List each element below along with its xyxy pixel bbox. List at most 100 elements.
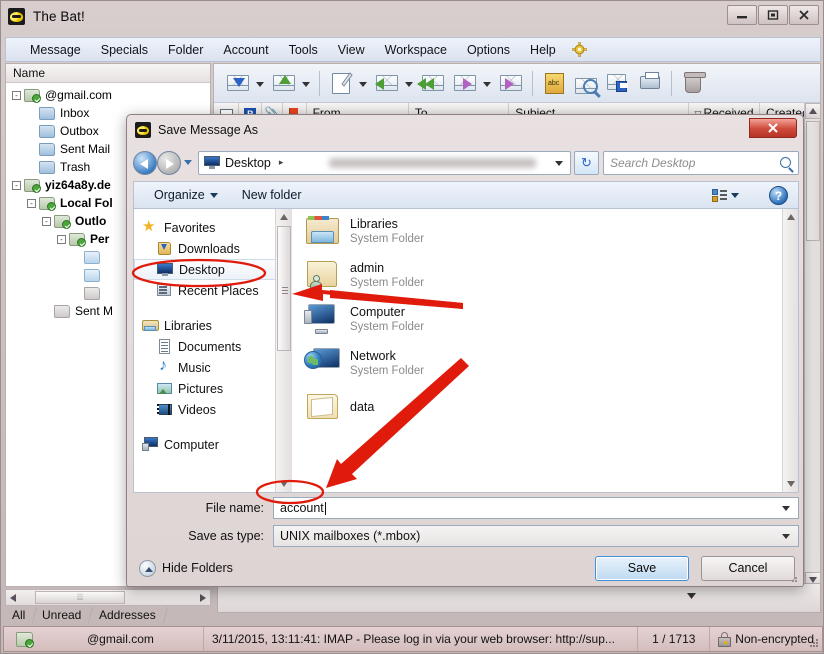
computer-icon	[142, 437, 159, 452]
delete-icon[interactable]	[678, 70, 708, 97]
scroll-down-button[interactable]	[276, 476, 292, 492]
scrollbar-thumb[interactable]	[277, 226, 291, 351]
minimize-button[interactable]	[727, 5, 757, 25]
nav-pane-item-music[interactable]: Music	[134, 357, 291, 378]
nav-pane-item-recent-places[interactable]: Recent Places	[134, 280, 291, 301]
status-encryption[interactable]: Non-encrypted	[710, 627, 822, 651]
forward-icon[interactable]	[450, 70, 480, 97]
send-mail-icon[interactable]	[269, 70, 299, 97]
preview-dropdown[interactable]	[684, 588, 698, 604]
nav-pane-item-documents[interactable]: Documents	[134, 336, 291, 357]
back-arrow-icon[interactable]	[133, 150, 157, 175]
menu-item-tools[interactable]: Tools	[279, 40, 328, 60]
nav-pane-item-desktop[interactable]: Desktop	[134, 259, 291, 280]
menu-item-message[interactable]: Message	[20, 40, 91, 60]
tree-expander[interactable]: -	[57, 234, 66, 244]
scrollbar-thumb[interactable]: ⦙⦙⦙	[35, 591, 125, 604]
organize-button[interactable]: Organize	[146, 186, 226, 204]
scroll-down-button[interactable]	[783, 476, 798, 492]
status-message: 3/11/2015, 13:11:41: IMAP - Please log i…	[204, 627, 639, 651]
close-button[interactable]	[789, 5, 819, 25]
file-list-item[interactable]: Computer System Folder	[292, 297, 798, 341]
tree-horizontal-scrollbar[interactable]: ⦙⦙⦙	[5, 589, 211, 606]
menu-item-view[interactable]: View	[328, 40, 375, 60]
hide-folders-button[interactable]: Hide Folders	[133, 559, 233, 577]
scrollbar-thumb[interactable]	[806, 121, 820, 241]
menu-item-specials[interactable]: Specials	[91, 40, 158, 60]
file-list-item[interactable]: data	[292, 385, 798, 429]
get-mail-icon[interactable]	[223, 70, 253, 97]
reply-icon[interactable]	[372, 70, 402, 97]
get-mail-dropdown[interactable]	[254, 70, 265, 97]
status-account[interactable]: @gmail.com	[4, 627, 204, 651]
menu-item-folder[interactable]: Folder	[158, 40, 213, 60]
tree-expander[interactable]: -	[12, 90, 21, 100]
address-bar[interactable]: Desktop ▸	[198, 150, 571, 175]
nav-pane-spacer	[134, 420, 291, 434]
nav-pane-item-libraries[interactable]: Libraries	[134, 315, 291, 336]
message-toolbar	[214, 64, 820, 103]
toolbar-separator	[532, 70, 533, 96]
reply-dropdown[interactable]	[403, 70, 414, 97]
cancel-button[interactable]: Cancel	[701, 555, 795, 581]
forward-arrow-icon[interactable]	[157, 150, 181, 175]
nav-pane-item-favorites[interactable]: Favorites	[134, 217, 291, 238]
tree-expander[interactable]: -	[12, 180, 21, 190]
nav-pane-scrollbar[interactable]	[275, 209, 291, 492]
menu-item-account[interactable]: Account	[213, 40, 278, 60]
filename-dropdown[interactable]	[780, 498, 798, 518]
forward-dropdown[interactable]	[481, 70, 492, 97]
print-icon[interactable]	[635, 70, 665, 97]
reply-all-icon[interactable]	[417, 70, 448, 97]
breadcrumb-desktop[interactable]: Desktop	[225, 156, 271, 170]
tab-all[interactable]: All	[3, 607, 38, 623]
scroll-up-button[interactable]	[276, 209, 292, 225]
resize-grip-icon[interactable]	[808, 637, 820, 649]
redirect-icon[interactable]	[496, 70, 526, 97]
tab-unread[interactable]: Unread	[33, 607, 94, 623]
help-icon[interactable]: ?	[769, 186, 788, 205]
scroll-up-button[interactable]	[783, 209, 798, 225]
file-list-item[interactable]: admin System Folder	[292, 253, 798, 297]
nav-pane-spacer	[134, 301, 291, 315]
spellcheck-icon[interactable]	[539, 70, 569, 97]
tree-item[interactable]: - @gmail.com	[6, 86, 210, 104]
file-list-scrollbar[interactable]	[782, 209, 798, 492]
refresh-icon[interactable]: ↻	[574, 150, 599, 175]
dialog-file-list[interactable]: Libraries System Folder admin System Folder…	[292, 209, 798, 492]
menu-item-help[interactable]: Help	[520, 40, 566, 60]
nav-pane-item-computer[interactable]: Computer	[134, 434, 291, 455]
find-message-icon[interactable]	[571, 70, 601, 97]
view-mode-button[interactable]	[712, 187, 746, 204]
new-message-icon[interactable]	[326, 70, 356, 97]
message-list-scrollbar[interactable]	[804, 103, 820, 586]
tree-expander[interactable]: -	[27, 198, 36, 208]
tab-addresses[interactable]: Addresses	[89, 607, 168, 623]
nav-pane-item-pictures[interactable]: Pictures	[134, 378, 291, 399]
save-message-icon[interactable]	[603, 70, 633, 97]
nav-pane-item-downloads[interactable]: Downloads	[134, 238, 291, 259]
maximize-button[interactable]	[758, 5, 788, 25]
file-list-item[interactable]: Network System Folder	[292, 341, 798, 385]
filename-input[interactable]: account	[273, 497, 799, 519]
send-mail-dropdown[interactable]	[300, 70, 311, 97]
menu-item-options[interactable]: Options	[457, 40, 520, 60]
new-folder-button[interactable]: New folder	[234, 186, 310, 204]
tree-expander[interactable]: -	[42, 216, 51, 226]
chevron-down-icon[interactable]	[555, 160, 563, 166]
menu-item-workspace[interactable]: Workspace	[375, 40, 457, 60]
chevron-down-icon[interactable]	[181, 160, 195, 165]
save-button[interactable]: Save	[595, 555, 689, 581]
dialog-close-button[interactable]	[749, 118, 797, 138]
dialog-navigation-pane[interactable]: Favorites Downloads Desktop Recent Places Li…	[134, 209, 292, 492]
account-folder-icon	[24, 178, 41, 193]
scroll-up-button[interactable]	[805, 103, 820, 119]
file-list-item[interactable]: Libraries System Folder	[292, 209, 798, 253]
resize-grip-icon[interactable]	[788, 573, 799, 584]
search-input[interactable]: Search Desktop	[603, 150, 799, 175]
filetype-select[interactable]: UNIX mailboxes (*.mbox)	[273, 525, 799, 547]
nav-pane-item-videos[interactable]: Videos	[134, 399, 291, 420]
new-message-dropdown[interactable]	[357, 70, 368, 97]
dialog-command-bar: Organize New folder ?	[133, 181, 799, 208]
gear-icon[interactable]	[571, 41, 588, 58]
